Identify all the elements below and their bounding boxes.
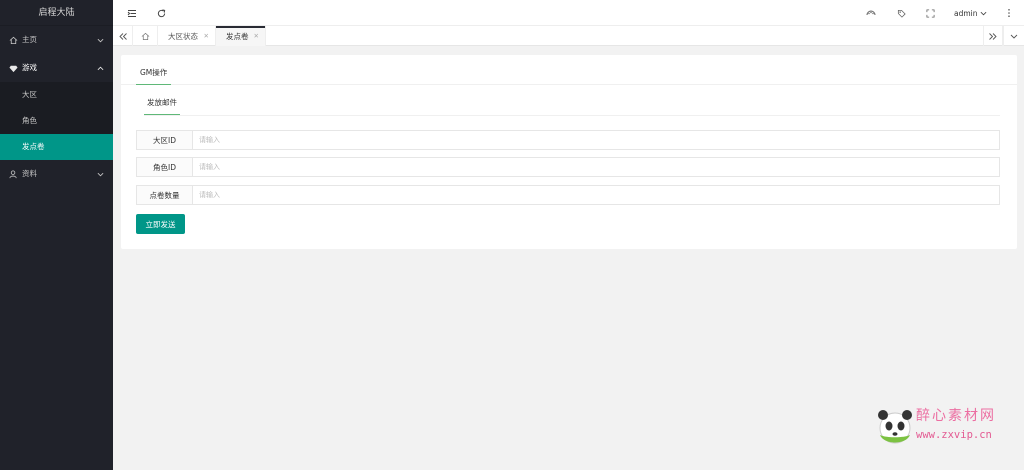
- tag-icon[interactable]: [891, 0, 911, 26]
- tabs-scroll-left-icon[interactable]: [113, 26, 133, 46]
- close-icon[interactable]: ✕: [204, 32, 209, 40]
- tab-label: 大区状态: [168, 31, 198, 41]
- sidebar: 启程大陆 主页 游戏 大区 角色 发点卷 资料: [0, 0, 113, 470]
- tabs-menu-chevron-down-icon[interactable]: [1003, 26, 1024, 46]
- fullscreen-icon[interactable]: [920, 0, 940, 26]
- app-logo: 启程大陆: [0, 0, 113, 26]
- send-now-button[interactable]: 立即发送: [136, 214, 185, 234]
- chevron-up-icon: [96, 54, 104, 82]
- points-amount-input[interactable]: [193, 185, 1000, 205]
- user-menu[interactable]: admin: [954, 0, 987, 26]
- panda-logo-icon: [878, 410, 912, 444]
- gm-operation-card: GM操作 发放邮件 大区ID 角色ID 点卷数量 立即发送: [121, 55, 1017, 249]
- sidebar-item-game[interactable]: 游戏: [0, 54, 113, 82]
- section-title: 发放邮件: [144, 91, 180, 115]
- more-vertical-icon[interactable]: [999, 0, 1019, 26]
- tab-send-points[interactable]: 发点卷 ✕: [216, 26, 266, 46]
- section-divider: [144, 115, 1000, 116]
- sidebar-item-profile[interactable]: 资料: [0, 160, 113, 188]
- page-tabs-bar: 大区状态 ✕ 发点卷 ✕: [113, 26, 1024, 46]
- diamond-icon: [8, 63, 18, 73]
- sidebar-item-label: 资料: [22, 169, 37, 178]
- chevron-down-icon: [980, 11, 987, 16]
- sidebar-item-label: 游戏: [22, 63, 37, 72]
- sidebar-item-role[interactable]: 角色: [0, 108, 113, 134]
- form-row-role-id: 角色ID: [136, 157, 1000, 177]
- tabs-scroll-right-icon[interactable]: [983, 26, 1003, 46]
- menu-toggle-icon[interactable]: [122, 0, 142, 26]
- points-amount-label: 点卷数量: [136, 185, 193, 205]
- tab-label: 发点卷: [226, 31, 249, 41]
- refresh-icon[interactable]: [151, 0, 171, 26]
- region-id-label: 大区ID: [136, 130, 193, 150]
- watermark-url: www.zxvip.cn: [916, 429, 992, 441]
- theme-icon[interactable]: [861, 0, 881, 26]
- tab-gm-operation[interactable]: GM操作: [136, 55, 172, 85]
- top-header: admin: [113, 0, 1024, 26]
- user-icon: [8, 169, 18, 179]
- watermark: 醉心素材网 www.zxvip.cn: [876, 405, 1016, 447]
- region-id-input[interactable]: [193, 130, 1000, 150]
- tab-region-status[interactable]: 大区状态 ✕: [158, 26, 216, 46]
- form-row-region-id: 大区ID: [136, 130, 1000, 150]
- role-id-input[interactable]: [193, 157, 1000, 177]
- sidebar-item-label: 主页: [22, 35, 37, 44]
- sidebar-item-home[interactable]: 主页: [0, 26, 113, 54]
- tab-home-icon[interactable]: [133, 26, 158, 46]
- sidebar-item-region[interactable]: 大区: [0, 82, 113, 108]
- username: admin: [954, 8, 978, 18]
- chevron-down-icon: [96, 160, 104, 188]
- sidebar-submenu-game: 大区 角色 发点卷: [0, 82, 113, 160]
- close-icon[interactable]: ✕: [254, 32, 259, 40]
- role-id-label: 角色ID: [136, 157, 193, 177]
- sidebar-item-send-points[interactable]: 发点卷: [0, 134, 113, 160]
- card-tab-header: GM操作: [121, 55, 1017, 85]
- chevron-down-icon: [96, 26, 104, 54]
- watermark-title: 醉心素材网: [916, 408, 996, 424]
- form-row-points-amount: 点卷数量: [136, 185, 1000, 205]
- home-icon: [8, 35, 18, 45]
